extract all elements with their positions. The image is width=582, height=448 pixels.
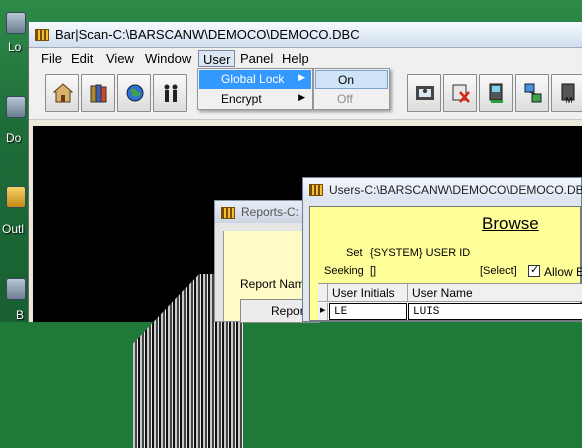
- global-lock-label: Global Lock: [221, 72, 285, 86]
- menu-item-global-lock[interactable]: Global Lock ▶: [199, 70, 311, 89]
- allow-edit-checkbox[interactable]: [528, 263, 540, 277]
- shortcut-icon: [6, 96, 26, 118]
- delete-record-button[interactable]: [443, 74, 477, 112]
- svg-text:M: M: [566, 96, 573, 104]
- title-bar[interactable]: Bar|Scan-C:\BARSCANW\DEMOCO\DEMOCO.DBC: [29, 22, 582, 48]
- delete-record-icon: [452, 84, 470, 103]
- seeking-value[interactable]: []: [370, 265, 376, 277]
- desktop-label: B: [16, 308, 25, 322]
- report-icon: M: [561, 83, 575, 104]
- submenu-arrow-icon: ▶: [298, 92, 305, 102]
- network-icon: [524, 83, 542, 103]
- seeking-label: Seeking: [324, 265, 364, 277]
- cell-user-name[interactable]: LUIS: [408, 303, 582, 320]
- menu-item-off: Off: [337, 92, 353, 106]
- desktop-shortcut[interactable]: [0, 278, 30, 312]
- allow-edit-label: Allow E: [544, 265, 582, 279]
- encrypt-label: Encrypt: [221, 92, 262, 106]
- user-dropdown-menu: Global Lock ▶ Encrypt ▶: [197, 68, 313, 110]
- column-header-user-name[interactable]: User Name: [408, 284, 582, 302]
- computer-icon: [489, 83, 503, 103]
- menu-bar: File Edit View Window User Panel Help: [29, 48, 582, 68]
- column-header-user-initials[interactable]: User Initials: [328, 284, 408, 302]
- set-label: Set: [346, 247, 363, 259]
- desktop-label: Do: [6, 131, 22, 145]
- home-button[interactable]: [45, 74, 79, 112]
- users-window: Users-C:\BARSCANW\DEMOCO\DEMOCO.DBC Brow…: [302, 177, 582, 322]
- menu-user[interactable]: User: [198, 50, 236, 67]
- window-title: Bar|Scan-C:\BARSCANW\DEMOCO\DEMOCO.DBC: [55, 27, 360, 42]
- report-button[interactable]: M: [551, 74, 582, 112]
- books-icon: [90, 84, 107, 103]
- report-name-label: Report Nam: [240, 277, 305, 291]
- global-lock-submenu: On Off: [313, 68, 390, 110]
- desktop-shortcut[interactable]: [0, 96, 30, 130]
- users-grid: User Initials User Name LE LUIS: [318, 283, 582, 320]
- users-body: Browse Set {SYSTEM} USER ID Seeking [] […: [309, 206, 582, 321]
- current-row-indicator-icon: [318, 303, 328, 320]
- barscan-app-icon: [35, 29, 49, 41]
- cell-user-initials[interactable]: LE: [329, 303, 407, 320]
- submenu-arrow-icon: ▶: [298, 72, 305, 82]
- computer-button[interactable]: [479, 74, 513, 112]
- outlook-icon: [6, 186, 26, 208]
- menu-edit[interactable]: Edit: [67, 50, 97, 67]
- user-film-button[interactable]: [407, 74, 441, 112]
- reports-window-title: Reports-C:: [241, 205, 300, 219]
- menu-file[interactable]: File: [37, 50, 66, 67]
- globe-button[interactable]: [117, 74, 151, 112]
- grid-corner: [318, 284, 328, 302]
- people-icon: [164, 84, 178, 102]
- menu-item-on[interactable]: On: [315, 70, 388, 89]
- browse-heading: Browse: [482, 214, 539, 233]
- menu-panel[interactable]: Panel: [236, 50, 277, 67]
- people-button[interactable]: [153, 74, 187, 112]
- filmstrip-person-icon: [416, 86, 434, 100]
- menu-item-encrypt[interactable]: Encrypt ▶: [199, 90, 311, 109]
- barscan-app-icon: [309, 184, 323, 196]
- house-icon: [53, 83, 73, 103]
- globe-icon: [126, 84, 144, 102]
- desktop-shortcut[interactable]: [0, 186, 30, 220]
- barscan-app-icon: [221, 207, 235, 219]
- desktop-label: Outl: [2, 222, 25, 236]
- menu-view[interactable]: View: [102, 50, 138, 67]
- menu-window[interactable]: Window: [141, 50, 195, 67]
- users-window-title: Users-C:\BARSCANW\DEMOCO\DEMOCO.DBC: [329, 183, 582, 197]
- network-button[interactable]: [515, 74, 549, 112]
- set-value: {SYSTEM} USER ID: [370, 247, 471, 259]
- desktop-label: Lo: [8, 40, 22, 54]
- menu-help[interactable]: Help: [278, 50, 313, 67]
- shortcut-icon: [6, 278, 26, 300]
- users-title-bar[interactable]: Users-C:\BARSCANW\DEMOCO\DEMOCO.DBC: [303, 178, 582, 202]
- books-button[interactable]: [81, 74, 115, 112]
- select-button[interactable]: [Select]: [480, 265, 517, 277]
- shortcut-icon: [6, 12, 26, 34]
